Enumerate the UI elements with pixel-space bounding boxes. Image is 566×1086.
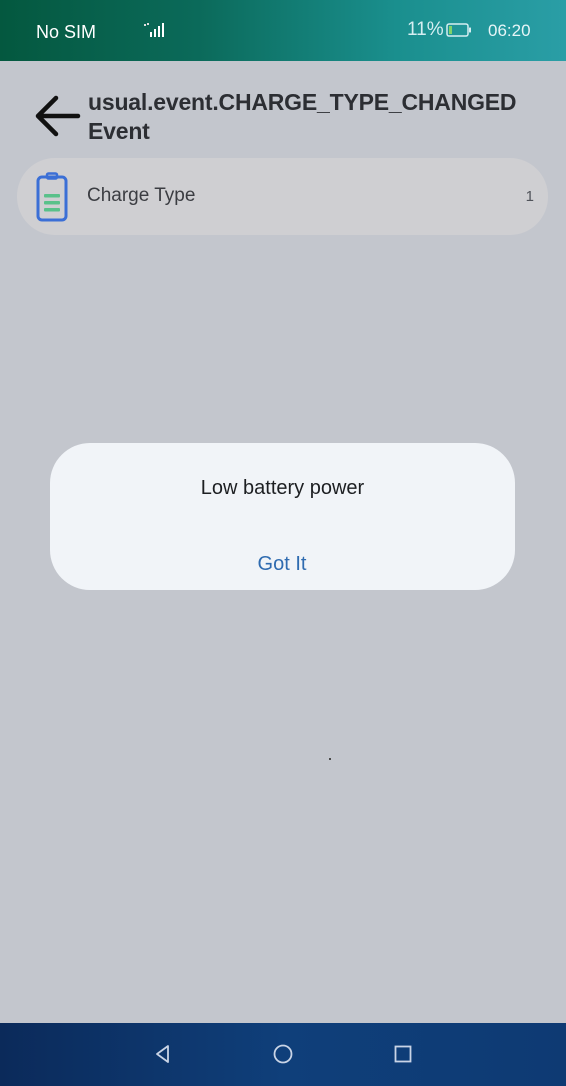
alert-dialog: Low battery power Got It <box>50 443 515 590</box>
got-it-button[interactable]: Got It <box>202 547 362 581</box>
status-bar: No SIM 11% 06:20 <box>0 0 566 61</box>
charge-type-item[interactable]: Charge Type 1 <box>17 158 548 235</box>
battery-low-icon <box>446 23 471 37</box>
sim-status: No SIM <box>36 22 97 42</box>
battery-percent: 11% <box>407 19 444 40</box>
circle-home-icon[interactable] <box>270 1041 296 1067</box>
square-recents-icon[interactable] <box>390 1041 416 1067</box>
clock: 06:20 <box>488 21 531 40</box>
dialog-message: Low battery power <box>200 477 365 499</box>
page-title: usual.event.CHARGE_TYPE_CHANGED Event <box>88 89 517 144</box>
triangle-back-icon[interactable] <box>150 1041 176 1067</box>
battery-clipboard-icon <box>36 172 68 222</box>
charge-type-label: Charge Type <box>87 185 196 206</box>
signal-bars-icon <box>144 23 164 37</box>
charge-type-value: 1 <box>525 188 534 205</box>
screen-speck <box>329 758 331 760</box>
back-button[interactable] <box>30 90 84 142</box>
arrow-left-icon <box>35 95 81 137</box>
navigation-bar <box>0 1023 566 1086</box>
